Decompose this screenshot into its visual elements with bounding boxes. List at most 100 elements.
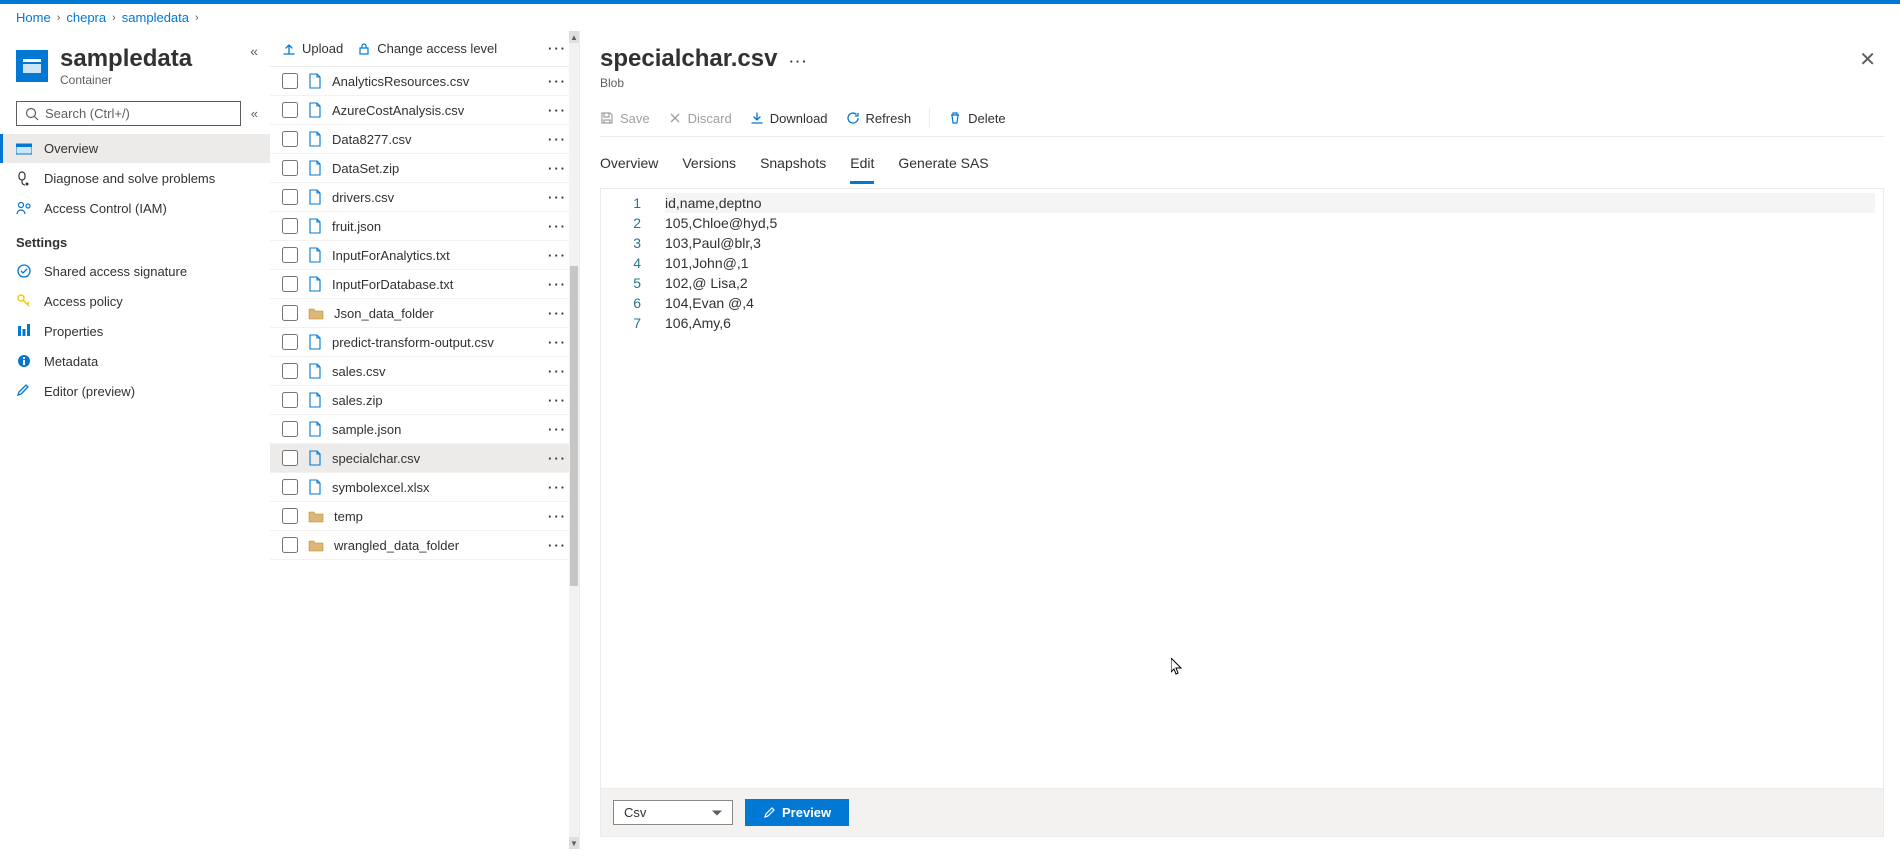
file-checkbox[interactable] (282, 247, 298, 263)
code-line[interactable]: 103,Paul@blr,3 (665, 233, 1875, 253)
file-row[interactable]: drivers.csv ··· (270, 183, 579, 212)
code-line[interactable]: 105,Chloe@hyd,5 (665, 213, 1875, 233)
more-icon[interactable]: ··· (544, 306, 571, 321)
nav-item-access-policy[interactable]: Access policy (0, 286, 270, 316)
tab-snapshots[interactable]: Snapshots (760, 149, 826, 184)
file-row[interactable]: Data8277.csv ··· (270, 125, 579, 154)
file-checkbox[interactable] (282, 508, 298, 524)
more-icon[interactable]: ··· (544, 132, 571, 147)
file-row[interactable]: wrangled_data_folder ··· (270, 531, 579, 560)
more-icon[interactable]: ··· (544, 364, 571, 379)
file-checkbox[interactable] (282, 276, 298, 292)
file-checkbox[interactable] (282, 334, 298, 350)
nav-item-editor-preview-[interactable]: Editor (preview) (0, 376, 270, 406)
file-row[interactable]: DataSet.zip··· (270, 154, 579, 183)
delete-button[interactable]: Delete (948, 111, 1006, 126)
file-name[interactable]: AnalyticsResources.csv (332, 74, 534, 89)
file-name[interactable]: DataSet.zip (332, 161, 534, 176)
file-checkbox[interactable] (282, 305, 298, 321)
more-icon[interactable]: ··· (544, 509, 571, 524)
file-name[interactable]: specialchar.csv (332, 451, 534, 466)
file-name[interactable]: Data8277.csv (332, 132, 534, 147)
code-line[interactable]: 102,@ Lisa,2 (665, 273, 1875, 293)
file-row[interactable]: predict-transform-output.csv ··· (270, 328, 579, 357)
file-name[interactable]: InputForAnalytics.txt (332, 248, 534, 263)
more-icon[interactable]: ··· (544, 422, 571, 437)
file-name[interactable]: drivers.csv (332, 190, 534, 205)
file-row[interactable]: AnalyticsResources.csv ··· (270, 67, 579, 96)
collapse-search-icon[interactable]: « (251, 106, 258, 121)
file-row[interactable]: AzureCostAnalysis.csv ··· (270, 96, 579, 125)
upload-button[interactable]: Upload (282, 41, 343, 56)
change-access-button[interactable]: Change access level (357, 41, 497, 56)
scrollbar-thumb[interactable] (570, 266, 578, 586)
file-checkbox[interactable] (282, 189, 298, 205)
file-name[interactable]: AzureCostAnalysis.csv (332, 103, 534, 118)
file-checkbox[interactable] (282, 73, 298, 89)
breadcrumb-sampledata[interactable]: sampledata (122, 10, 189, 25)
download-button[interactable]: Download (750, 111, 828, 126)
nav-item-shared-access-signature[interactable]: Shared access signature (0, 256, 270, 286)
file-row[interactable]: sales.zip ··· (270, 386, 579, 415)
file-row[interactable]: InputForAnalytics.txt ··· (270, 241, 579, 270)
file-checkbox[interactable] (282, 537, 298, 553)
more-icon[interactable]: ··· (544, 277, 571, 292)
code-line[interactable]: id,name,deptno (665, 193, 1875, 213)
file-row[interactable]: symbolexcel.xlsx ··· (270, 473, 579, 502)
nav-item-properties[interactable]: Properties (0, 316, 270, 346)
file-name[interactable]: fruit.json (332, 219, 534, 234)
file-name[interactable]: Json_data_folder (334, 306, 534, 321)
nav-item-overview[interactable]: Overview (0, 134, 270, 163)
more-icon[interactable]: ··· (544, 335, 571, 350)
nav-item-metadata[interactable]: Metadata (0, 346, 270, 376)
more-icon[interactable]: ··· (544, 393, 571, 408)
file-name[interactable]: temp (334, 509, 534, 524)
file-checkbox[interactable] (282, 131, 298, 147)
search-input[interactable]: Search (Ctrl+/) (16, 101, 241, 126)
file-checkbox[interactable] (282, 450, 298, 466)
file-row[interactable]: InputForDatabase.txt ··· (270, 270, 579, 299)
file-checkbox[interactable] (282, 479, 298, 495)
more-icon[interactable]: ··· (544, 103, 571, 118)
file-row[interactable]: specialchar.csv ··· (270, 444, 579, 473)
code-line[interactable]: 101,John@,1 (665, 253, 1875, 273)
file-checkbox[interactable] (282, 392, 298, 408)
file-name[interactable]: wrangled_data_folder (334, 538, 534, 553)
file-row[interactable]: temp ··· (270, 502, 579, 531)
breadcrumb-chepra[interactable]: chepra (66, 10, 106, 25)
more-icon[interactable]: ··· (548, 41, 567, 56)
nav-item-diagnose-and-solve-problems[interactable]: Diagnose and solve problems (0, 163, 270, 193)
more-icon[interactable]: ··· (544, 451, 571, 466)
file-name[interactable]: symbolexcel.xlsx (332, 480, 534, 495)
file-name[interactable]: sales.zip (332, 393, 534, 408)
more-icon[interactable]: ··· (544, 248, 571, 263)
tab-versions[interactable]: Versions (682, 149, 736, 184)
more-icon[interactable]: ··· (544, 480, 571, 495)
tab-edit[interactable]: Edit (850, 149, 874, 184)
editor-content[interactable]: id,name,deptno105,Chloe@hyd,5103,Paul@bl… (657, 189, 1883, 788)
scrollbar-down-icon[interactable]: ▼ (569, 837, 579, 849)
format-select[interactable]: Csv (613, 800, 733, 825)
file-name[interactable]: sales.csv (332, 364, 534, 379)
more-icon[interactable]: ··· (544, 190, 571, 205)
breadcrumb-home[interactable]: Home (16, 10, 51, 25)
collapse-sidebar-icon[interactable]: « (250, 43, 258, 59)
code-line[interactable]: 106,Amy,6 (665, 313, 1875, 333)
file-name[interactable]: predict-transform-output.csv (332, 335, 534, 350)
file-checkbox[interactable] (282, 102, 298, 118)
scrollbar-vertical[interactable]: ▲ ▼ (569, 31, 579, 849)
file-row[interactable]: sales.csv ··· (270, 357, 579, 386)
file-name[interactable]: sample.json (332, 422, 534, 437)
file-checkbox[interactable] (282, 218, 298, 234)
tab-generate-sas[interactable]: Generate SAS (898, 149, 988, 184)
file-checkbox[interactable] (282, 363, 298, 379)
more-icon[interactable]: ··· (544, 74, 571, 89)
close-icon[interactable]: ✕ (1851, 43, 1884, 76)
file-name[interactable]: InputForDatabase.txt (332, 277, 534, 292)
more-icon[interactable]: ··· (789, 54, 808, 69)
scrollbar-up-icon[interactable]: ▲ (569, 31, 579, 43)
code-editor[interactable]: 1234567 id,name,deptno105,Chloe@hyd,5103… (600, 188, 1884, 789)
file-row[interactable]: Json_data_folder ··· (270, 299, 579, 328)
more-icon[interactable]: ··· (544, 219, 571, 234)
more-icon[interactable]: ··· (544, 538, 571, 553)
